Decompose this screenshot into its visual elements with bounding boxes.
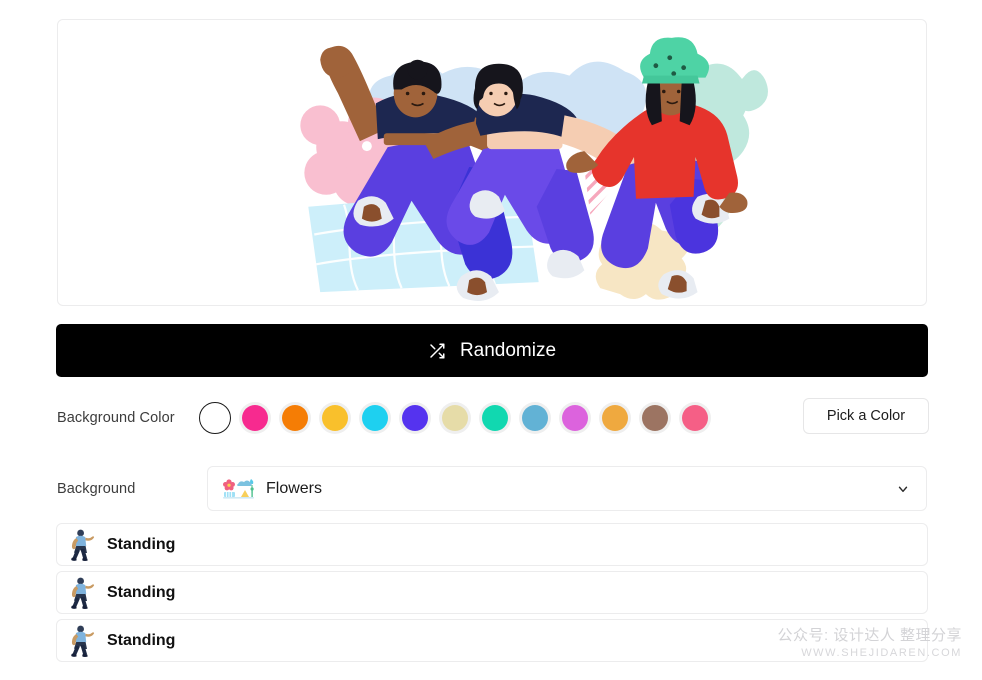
standing-person-icon <box>67 576 97 610</box>
color-swatch-cyan[interactable] <box>358 402 391 434</box>
randomize-button[interactable]: Randomize <box>56 324 928 377</box>
color-swatch-list <box>198 402 711 434</box>
color-swatch-orange[interactable] <box>278 402 311 434</box>
list-item-label: Standing <box>107 631 176 649</box>
standing-person-icon <box>67 528 97 562</box>
color-swatch-steel-blue[interactable] <box>518 402 551 434</box>
color-swatch-teal[interactable] <box>478 402 511 434</box>
color-swatch-amber[interactable] <box>318 402 351 434</box>
color-swatch-pink[interactable] <box>238 402 271 434</box>
chevron-down-icon[interactable] <box>896 482 910 496</box>
color-swatch-white[interactable] <box>198 402 231 434</box>
pose-option-list: Standing Standing Standing <box>56 523 928 667</box>
pick-a-color-button[interactable]: Pick a Color <box>803 398 929 434</box>
background-label: Background <box>57 480 136 497</box>
flowers-scene-icon <box>222 476 256 502</box>
color-swatch-tangerine[interactable] <box>598 402 631 434</box>
list-item-label: Standing <box>107 535 176 553</box>
list-item[interactable]: Standing <box>56 523 928 566</box>
color-swatch-sand[interactable] <box>438 402 471 434</box>
list-item-label: Standing <box>107 583 176 601</box>
shuffle-icon <box>428 342 446 360</box>
background-select-value: Flowers <box>266 479 323 497</box>
list-item[interactable]: Standing <box>56 571 928 614</box>
list-item[interactable]: Standing <box>56 619 928 662</box>
color-swatch-rose[interactable] <box>678 402 711 434</box>
background-select-row: Background Flowers <box>57 466 927 511</box>
standing-person-icon <box>67 624 97 658</box>
illustration-artwork <box>300 37 768 301</box>
randomize-label: Randomize <box>459 339 557 361</box>
background-select[interactable]: Flowers <box>207 466 927 511</box>
background-color-row: Background Color Pick a Color <box>57 398 929 438</box>
background-color-label: Background Color <box>57 410 175 426</box>
color-swatch-brown[interactable] <box>638 402 671 434</box>
color-swatch-indigo[interactable] <box>398 402 431 434</box>
illustration-preview-card <box>57 19 927 306</box>
app-root: Randomize Background Color Pick a Color … <box>0 0 982 680</box>
illustration-canvas <box>58 20 926 305</box>
color-swatch-orchid[interactable] <box>558 402 591 434</box>
